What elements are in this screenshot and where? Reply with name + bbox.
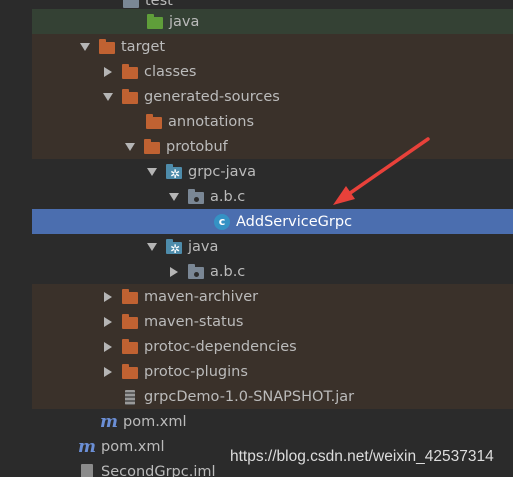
tree-row-label: maven-status	[144, 313, 244, 330]
iml-file-icon	[78, 463, 96, 477]
expand-arrow-right-icon[interactable]	[101, 290, 115, 304]
tree-row-label: maven-archiver	[144, 288, 259, 305]
tree-row-pom-xml[interactable]: m pom.xml	[0, 409, 513, 434]
source-folder-icon	[146, 13, 164, 30]
folder-icon	[121, 338, 139, 355]
folder-icon	[143, 138, 161, 155]
tree-row-label: pom.xml	[123, 413, 187, 430]
tree-row-label: test	[145, 0, 173, 9]
tree-row-label: generated-sources	[144, 88, 280, 105]
java-class-icon: c	[213, 213, 231, 230]
tree-row-maven-archiver[interactable]: maven-archiver	[0, 284, 513, 309]
tree-row-label: annotations	[168, 113, 255, 130]
folder-icon	[121, 63, 139, 80]
tree-row-maven-status[interactable]: maven-status	[0, 309, 513, 334]
tree-row-label: java	[169, 13, 200, 30]
tree-row-label: a.b.c	[210, 188, 246, 205]
tree-row-label: AddServiceGrpc	[236, 213, 353, 230]
expand-arrow-down-icon[interactable]	[101, 90, 115, 104]
maven-icon: m	[100, 411, 118, 432]
tree-row-annotations[interactable]: annotations	[0, 109, 513, 134]
folder-icon	[145, 113, 163, 130]
tree-row-label: target	[121, 38, 166, 55]
tree-row-protoc-plugins[interactable]: protoc-plugins	[0, 359, 513, 384]
tree-row-protoc-dependencies[interactable]: protoc-dependencies	[0, 334, 513, 359]
folder-icon	[98, 38, 116, 55]
folder-icon	[121, 288, 139, 305]
tree-row-generated-sources[interactable]: generated-sources	[0, 84, 513, 109]
folder-icon	[121, 88, 139, 105]
tree-row-label: a.b.c	[210, 263, 246, 280]
tree-row-label: grpcDemo-1.0-SNAPSHOT.jar	[144, 388, 355, 405]
tree-row-generated-java[interactable]: ✲ java	[0, 234, 513, 259]
tree-row-test-java[interactable]: java	[0, 9, 513, 34]
expand-arrow-right-icon[interactable]	[101, 315, 115, 329]
expand-arrow-down-icon[interactable]	[78, 40, 92, 54]
folder-icon	[121, 363, 139, 380]
expand-arrow-down-icon[interactable]	[145, 165, 159, 179]
tree-row-snapshot-jar[interactable]: grpcDemo-1.0-SNAPSHOT.jar	[0, 384, 513, 409]
tree-row-label: java	[188, 238, 219, 255]
package-icon	[187, 263, 205, 280]
tree-row-label: SecondGrpc.iml	[101, 463, 216, 477]
tree-row-target[interactable]: target	[0, 34, 513, 59]
tree-row-package-abc[interactable]: a.b.c	[0, 184, 513, 209]
generated-source-folder-icon: ✲	[165, 163, 183, 180]
expand-arrow-down-icon[interactable]	[167, 190, 181, 204]
tree-row-label: protoc-dependencies	[144, 338, 297, 355]
tree-row-label: protobuf	[166, 138, 228, 155]
expand-arrow-right-icon[interactable]	[101, 365, 115, 379]
tree-row-add-service-grpc[interactable]: c AddServiceGrpc	[0, 209, 513, 234]
package-icon	[187, 188, 205, 205]
generated-source-folder-icon: ✲	[165, 238, 183, 255]
expand-arrow-right-icon[interactable]	[167, 265, 181, 279]
expand-arrow-right-icon[interactable]	[101, 340, 115, 354]
folder-icon	[121, 313, 139, 330]
maven-icon: m	[78, 436, 96, 457]
tree-row-grpc-java[interactable]: ✲ grpc-java	[0, 159, 513, 184]
expand-arrow-down-icon[interactable]	[123, 140, 137, 154]
expand-arrow-right-icon[interactable]	[101, 65, 115, 79]
tree-row-label: classes	[144, 63, 197, 80]
tree-row-label: pom.xml	[101, 438, 165, 455]
tree-row-classes[interactable]: classes	[0, 59, 513, 84]
left-gutter	[0, 0, 32, 477]
tree-row-protobuf[interactable]: protobuf	[0, 134, 513, 159]
jar-archive-icon	[121, 389, 139, 405]
project-tree: test java target classes generated-sourc…	[0, 0, 513, 477]
expand-arrow-down-icon[interactable]	[145, 240, 159, 254]
tree-row-label: grpc-java	[188, 163, 256, 180]
watermark-url: https://blog.csdn.net/weixin_42537314	[230, 448, 494, 465]
tree-row-package-abc-2[interactable]: a.b.c	[0, 259, 513, 284]
folder-icon	[122, 0, 140, 9]
tree-row-label: protoc-plugins	[144, 363, 248, 380]
